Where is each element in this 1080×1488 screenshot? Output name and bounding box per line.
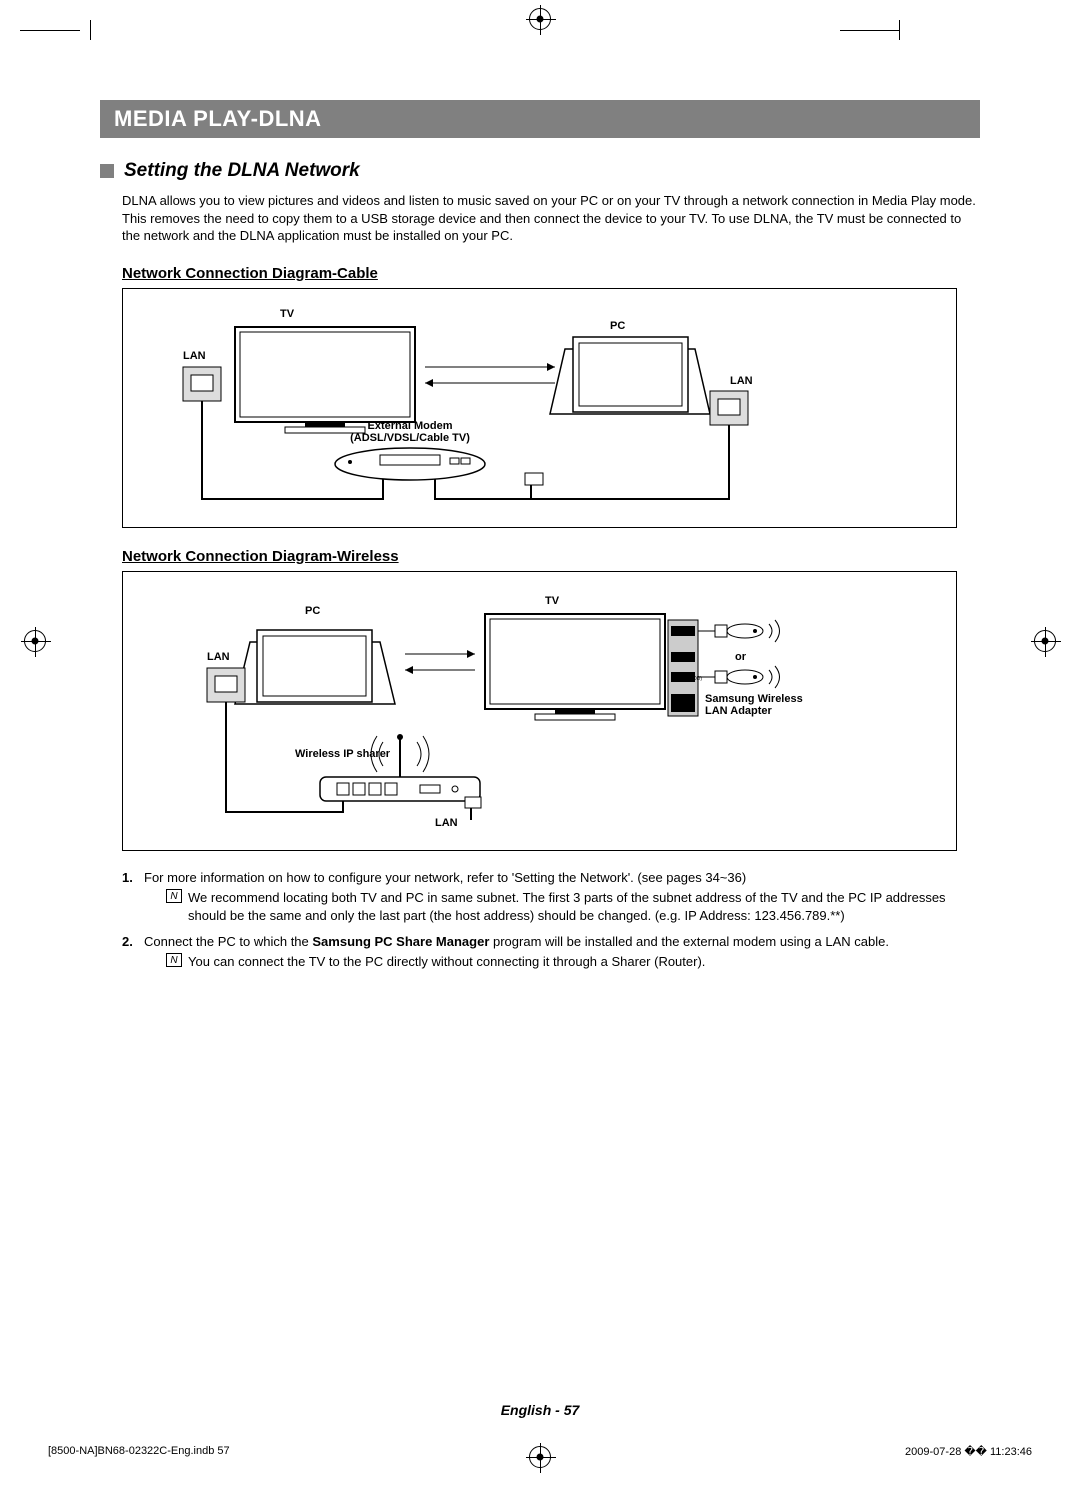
- note-text: We recommend locating both TV and PC in …: [188, 889, 980, 925]
- print-footer: [8500-NA]BN68-02322C-Eng.indb 57 2009-07…: [48, 1445, 1032, 1458]
- svg-text:LAN: LAN: [435, 817, 458, 829]
- instruction-list: 1. For more information on how to config…: [122, 869, 980, 974]
- diagram-cable-heading: Network Connection Diagram-Cable: [122, 265, 980, 282]
- page-number: English - 57: [0, 1402, 1080, 1418]
- note-icon: N: [166, 953, 182, 967]
- source-file: [8500-NA]BN68-02322C-Eng.indb 57: [48, 1445, 230, 1458]
- svg-text:LAN: LAN: [730, 375, 753, 387]
- svg-text:PC: PC: [305, 605, 320, 617]
- svg-text:TV: TV: [280, 308, 295, 320]
- diagram-cable: TV LAN PC LAN: [122, 288, 957, 528]
- list-text: Connect the PC to which the Samsung PC S…: [144, 933, 980, 951]
- list-number: 1.: [122, 869, 144, 928]
- bullet-square-icon: [100, 164, 114, 178]
- list-text: For more information on how to configure…: [144, 869, 980, 887]
- svg-text:TV: TV: [545, 595, 560, 607]
- note-row: N You can connect the TV to the PC direc…: [166, 953, 980, 971]
- diagram-wireless: PC LAN TV USB 2: [122, 571, 957, 851]
- diagram-wireless-heading: Network Connection Diagram-Wireless: [122, 548, 980, 565]
- svg-text:Wireless IP sharer: Wireless IP sharer: [295, 748, 391, 760]
- svg-text:USB 2: USB 2: [673, 630, 691, 636]
- list-number: 2.: [122, 933, 144, 973]
- list-item: 2. Connect the PC to which the Samsung P…: [122, 933, 980, 973]
- intro-paragraph: DLNA allows you to view pictures and vid…: [122, 192, 980, 245]
- svg-text:Samsung Wireless: Samsung Wireless: [705, 693, 803, 705]
- page-title-bar: MEDIA PLAY-DLNA: [100, 100, 980, 138]
- svg-text:LAN: LAN: [183, 350, 206, 362]
- print-timestamp: 2009-07-28 �� 11:23:46: [905, 1445, 1032, 1458]
- note-row: N We recommend locating both TV and PC i…: [166, 889, 980, 925]
- section-title: Setting the DLNA Network: [124, 160, 360, 182]
- svg-text:USB 1 (HDD): USB 1 (HDD): [672, 676, 702, 682]
- svg-text:or: or: [735, 651, 747, 663]
- note-icon: N: [166, 889, 182, 903]
- note-text: You can connect the TV to the PC directl…: [188, 953, 980, 971]
- svg-text:PC: PC: [610, 320, 625, 332]
- list-item: 1. For more information on how to config…: [122, 869, 980, 928]
- section-heading: Setting the DLNA Network: [100, 160, 980, 182]
- svg-text:LAN: LAN: [207, 651, 230, 663]
- svg-text:External Modem: External Modem: [368, 420, 453, 432]
- svg-text:LAN Adapter: LAN Adapter: [705, 705, 773, 717]
- svg-text:(ADSL/VDSL/Cable TV): (ADSL/VDSL/Cable TV): [350, 432, 470, 444]
